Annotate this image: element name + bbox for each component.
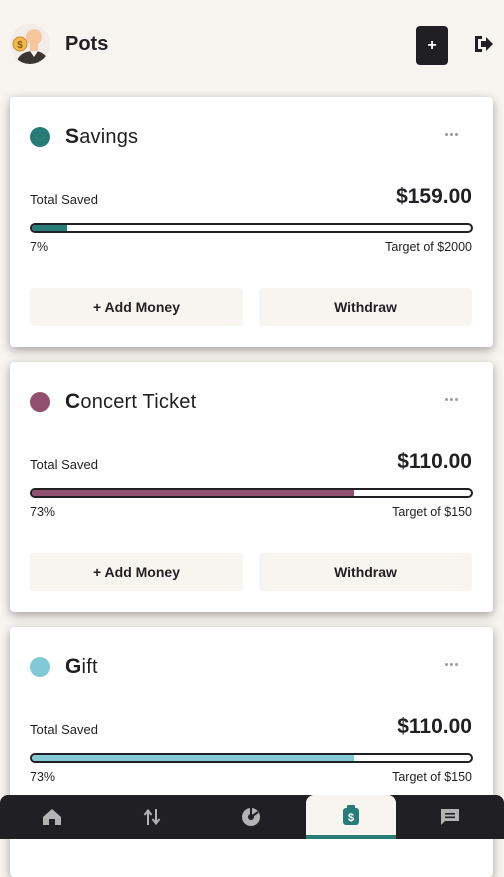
svg-text:$: $ xyxy=(17,40,23,51)
progress-percent: 73% xyxy=(30,770,56,784)
recurring-bills-icon xyxy=(441,809,459,825)
progress-percent: 73% xyxy=(30,505,56,519)
pots-icon: $ xyxy=(343,805,359,825)
pot-card: Concert Ticket Total Saved $110.00 73% T… xyxy=(10,362,493,612)
pot-name-initial: C xyxy=(65,390,81,413)
pot-name-initial: G xyxy=(65,655,82,678)
pot-color-dot xyxy=(30,392,50,412)
withdraw-button[interactable]: Withdraw xyxy=(259,288,472,326)
target-amount: Target of $150 xyxy=(392,770,472,784)
pot-name-initial: S xyxy=(65,125,80,148)
page-title: Pots xyxy=(65,33,109,55)
pot-name-rest: oncert Ticket xyxy=(80,391,197,413)
total-saved-label: Total Saved xyxy=(30,722,98,737)
progress-fill xyxy=(32,755,354,761)
pot-color-dot xyxy=(30,127,50,147)
nav-item-budgets[interactable] xyxy=(206,795,296,839)
total-saved-amount: $110.00 xyxy=(397,450,472,473)
add-money-button[interactable]: + Add Money xyxy=(30,288,243,326)
logout-icon[interactable] xyxy=(472,33,494,55)
home-icon xyxy=(43,809,61,825)
pot-name: Savings xyxy=(65,125,138,149)
pot-name: Gift xyxy=(65,655,98,679)
bottom-nav: $ xyxy=(0,795,504,839)
progress-fill xyxy=(32,490,354,496)
add-money-button[interactable]: + Add Money xyxy=(30,553,243,591)
total-saved-amount: $159.00 xyxy=(396,185,472,208)
pot-name: Concert Ticket xyxy=(65,390,196,414)
target-amount: Target of $150 xyxy=(392,505,472,519)
progress-bar xyxy=(30,753,473,763)
total-saved-label: Total Saved xyxy=(30,457,98,472)
more-options-icon[interactable] xyxy=(445,663,463,671)
pot-card: Gift Total Saved $110.00 73% Target of $… xyxy=(10,627,493,877)
progress-percent: 7% xyxy=(30,240,49,254)
page-header: $ Pots + xyxy=(0,0,504,90)
nav-item-recurring-bills[interactable] xyxy=(405,795,495,839)
pot-name-rest: avings xyxy=(79,126,139,148)
nav-item-pots[interactable]: $ xyxy=(306,795,396,839)
pot-card: Savings Total Saved $159.00 7% Target of… xyxy=(10,97,493,347)
svg-text:$: $ xyxy=(348,812,354,824)
more-options-icon[interactable] xyxy=(445,133,463,141)
avatar-image: $ xyxy=(10,24,50,64)
progress-bar xyxy=(30,488,473,498)
total-saved-amount: $110.00 xyxy=(397,715,472,738)
avatar[interactable]: $ xyxy=(10,24,50,64)
total-saved-label: Total Saved xyxy=(30,192,98,207)
nav-item-overview[interactable] xyxy=(7,795,97,839)
budgets-icon xyxy=(242,808,260,826)
pot-name-rest: ift xyxy=(81,656,98,678)
transactions-icon xyxy=(143,808,161,826)
progress-fill xyxy=(32,225,67,231)
add-pot-button[interactable]: + xyxy=(416,26,448,65)
more-options-icon[interactable] xyxy=(445,398,463,406)
pot-color-dot xyxy=(30,657,50,677)
progress-bar xyxy=(30,223,473,233)
nav-item-transactions[interactable] xyxy=(107,795,197,839)
withdraw-button[interactable]: Withdraw xyxy=(259,553,472,591)
target-amount: Target of $2000 xyxy=(385,240,472,254)
